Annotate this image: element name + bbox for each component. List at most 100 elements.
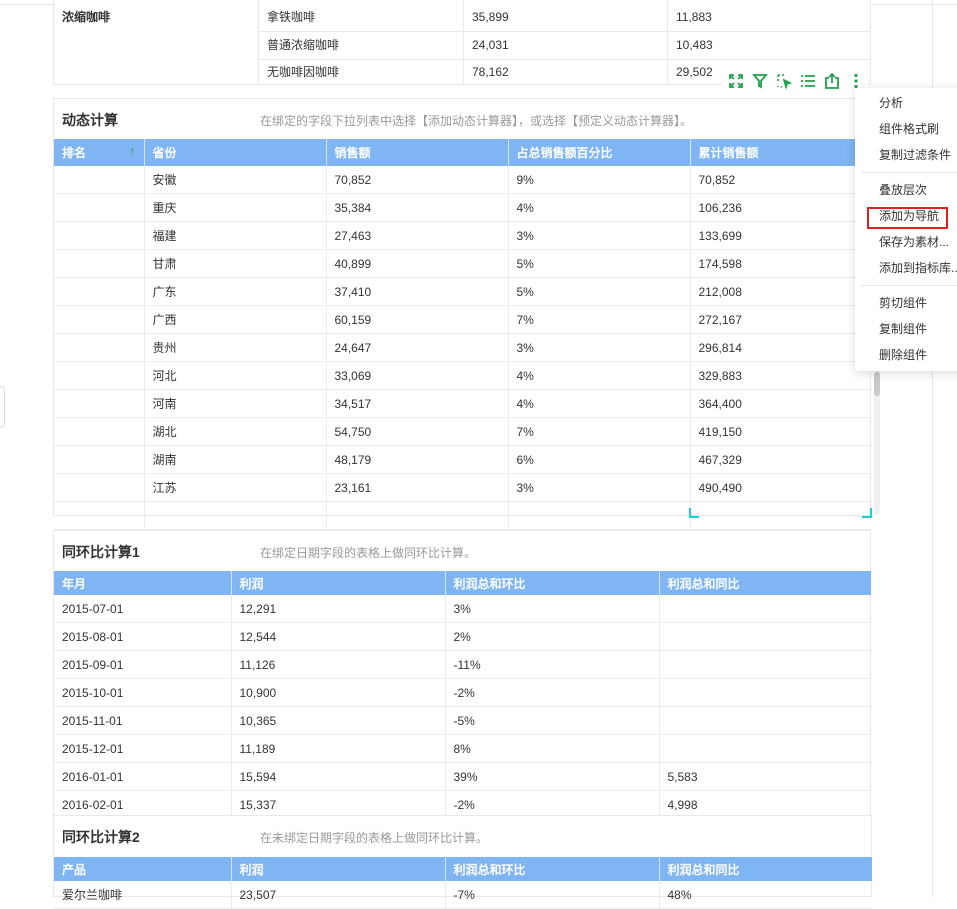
cell-mom: 8% [445,734,660,763]
cell-cum: 133,699 [690,221,871,250]
cell-month: 2015-09-01 [54,650,232,679]
context-menu: 分析 组件格式刷 复制过滤条件 叠放层次 添加为导航 保存为素材... 添加到指… [855,88,957,371]
cell-province: 广西 [144,305,327,334]
group-label: 浓缩咖啡 [62,10,111,24]
cell-province: 安徽 [144,166,327,194]
cell-mom: 2% [445,622,660,651]
highlight-box [867,207,948,229]
cell-pct: 5% [508,277,691,306]
cell-pct: 9% [508,166,691,194]
filter-icon[interactable] [751,72,769,90]
table-row: 广东 37,410 5% 212,008 [54,277,871,306]
menu-item-save-material[interactable]: 保存为素材... [879,230,949,254]
cell-month: 2015-12-01 [54,734,232,763]
product-cell: 无咖啡因咖啡 [267,65,340,79]
scrollbar-thumb[interactable] [874,372,880,396]
cell-product: 爱尔兰咖啡 [54,881,232,909]
cell-rank [54,305,145,334]
cell-province: 贵州 [144,333,327,362]
cell-rank [54,389,145,418]
cell-rank [54,277,145,306]
column-header-cumulative[interactable]: 累计销售额 [690,139,871,166]
column-header-rank[interactable]: 排名 ↑ [54,139,145,166]
table-row: 普通浓缩咖啡 24,031 10,483 [259,31,870,60]
panel-description: 在绑定日期字段的表格上做同环比计算。 [260,546,477,560]
cell-pct: 3% [508,473,691,502]
menu-item-format-brush[interactable]: 组件格式刷 [879,117,939,141]
sort-asc-icon[interactable]: ↑ [130,144,136,158]
cell-rank [54,166,145,194]
cell-pct: 3% [508,333,691,362]
menu-item-add-metric[interactable]: 添加到指标库... [879,256,957,280]
table-row: 2015-07-01 12,291 3% [54,595,871,623]
menu-item-analyze[interactable]: 分析 [879,91,903,115]
yoy-calc-1-panel[interactable]: 同环比计算1 在绑定日期字段的表格上做同环比计算。 年月 利润 利润总和环比 利… [53,530,871,819]
cell-month: 2015-07-01 [54,595,232,623]
select-icon[interactable] [775,72,793,90]
column-header-yoy[interactable]: 利润总和同比 [659,857,872,881]
cell-month: 2016-01-01 [54,762,232,791]
cell-rank [54,361,145,390]
cell-sales: 70,852 [326,166,509,194]
cell-profit: 10,365 [231,706,446,735]
cell-month: 2015-11-01 [54,706,232,735]
cell-province: 湖北 [144,417,327,446]
menu-item-copy-filter[interactable]: 复制过滤条件 [879,143,951,167]
header-label: 排名 [62,146,87,160]
menu-item-delete[interactable]: 删除组件 [879,343,927,367]
value-cell: 29,502 [676,65,713,79]
column-header-mom[interactable]: 利润总和环比 [445,571,660,595]
menu-item-copy[interactable]: 复制组件 [879,317,927,341]
cell-province: 河南 [144,389,327,418]
header-row: 年月 利润 利润总和环比 利润总和同比 [54,571,871,595]
column-header-profit[interactable]: 利润 [231,571,446,595]
cell-sales [326,501,509,530]
column-header-month[interactable]: 年月 [54,571,232,595]
column-header-product[interactable]: 产品 [54,857,232,881]
cell-cum: 419,150 [690,417,871,446]
table-row: 2016-01-01 15,594 39% 5,583 [54,762,871,791]
yoy-calc-2-table: 产品 利润 利润总和环比 利润总和同比 爱尔兰咖啡 23,507 -7% 48% [54,857,872,909]
cell-pct: 7% [508,305,691,334]
table-row: 爱尔兰咖啡 23,507 -7% 48% [54,881,872,909]
export-icon[interactable] [823,72,841,90]
cell-profit: 11,189 [231,734,446,763]
cell-mom: -7% [445,881,660,909]
column-header-sales[interactable]: 销售额 [326,139,509,166]
cell-province: 江苏 [144,473,327,502]
cell-rank [54,193,145,222]
selection-corner [862,508,872,518]
cell-pct: 4% [508,389,691,418]
menu-item-cut[interactable]: 剪切组件 [879,291,927,315]
table-row: 2015-08-01 12,544 2% [54,622,871,651]
cell-rank [54,445,145,474]
component-toolbar [722,68,868,94]
column-header-yoy[interactable]: 利润总和同比 [659,571,871,595]
cell-sales: 37,410 [326,277,509,306]
cell-cum: 212,008 [690,277,871,306]
list-icon[interactable] [799,72,817,90]
dynamic-calc-panel[interactable]: 动态计算 在绑定的字段下拉列表中选择【添加动态计算器】，或选择【预定义动态计算器… [53,98,871,530]
cell-rank [54,221,145,250]
table-row: 湖北 54,750 7% 419,150 [54,417,871,446]
yoy-calc-2-panel[interactable]: 同环比计算2 在未绑定日期字段的表格上做同环比计算。 产品 利润 利润总和环比 … [53,815,872,909]
table-row: 湖南 48,179 6% 467,329 [54,445,871,474]
cell-province: 福建 [144,221,327,250]
cell-pct: 3% [508,221,691,250]
menu-item-layer[interactable]: 叠放层次 [879,178,927,202]
table-row: 2015-09-01 11,126 -11% [54,650,871,679]
column-header-pct[interactable]: 占总销售额百分比 [508,139,691,166]
cell-pct [508,501,691,530]
fullscreen-icon[interactable] [727,72,745,90]
cell-pct: 7% [508,417,691,446]
cell-sales: 33,069 [326,361,509,390]
column-header-province[interactable]: 省份 [144,139,327,166]
table-row: 重庆 35,384 4% 106,236 [54,193,871,222]
column-header-profit[interactable]: 利润 [231,857,446,881]
cell-sales: 24,647 [326,333,509,362]
table-row: 江苏 23,161 3% 490,490 [54,473,871,502]
cell-province: 甘肃 [144,249,327,278]
side-panel-handle[interactable] [0,386,5,428]
table-row: 河南 34,517 4% 364,400 [54,389,871,418]
column-header-mom[interactable]: 利润总和环比 [445,857,660,881]
